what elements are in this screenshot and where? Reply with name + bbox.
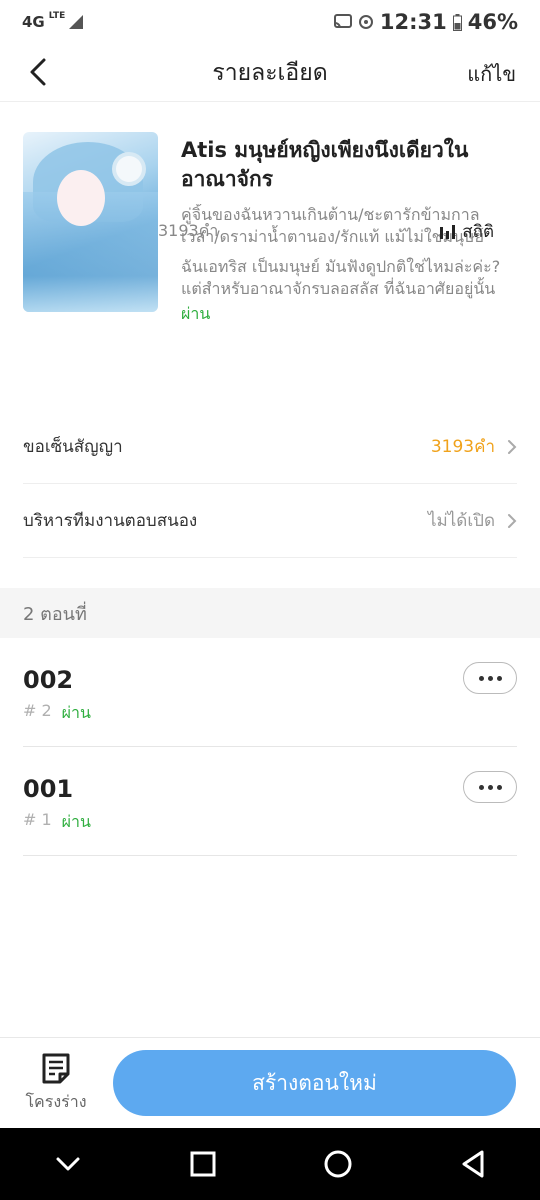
stats-label: สถิติ — [462, 222, 494, 242]
chapter-status: ผ่าน — [61, 703, 91, 722]
circle-icon — [324, 1150, 351, 1178]
word-stats-row: 3193คำ สถิติ — [158, 218, 494, 245]
chapter-item[interactable]: 002 # 2 ผ่าน — [23, 638, 517, 747]
chevron-right-icon — [508, 513, 517, 528]
nav-collapse-button[interactable] — [43, 1139, 93, 1189]
nav-back-button[interactable] — [448, 1139, 498, 1189]
cover-art-face — [57, 170, 105, 226]
chapter-title: 001 — [23, 775, 74, 803]
more-dot-icon — [478, 784, 484, 790]
chapter-status: ผ่าน — [61, 812, 91, 831]
word-count: 3193คำ — [158, 221, 219, 240]
network-type: 4G — [22, 13, 45, 31]
nav-home-button[interactable] — [313, 1139, 363, 1189]
chapter-meta: # 2 ผ่าน — [23, 701, 91, 726]
more-dot-icon — [496, 675, 502, 681]
outline-button[interactable]: โครงร่าง — [20, 1052, 92, 1115]
back-button[interactable] — [18, 52, 58, 92]
nav-recents-button[interactable] — [178, 1139, 228, 1189]
page-title: รายละเอียด — [212, 59, 328, 86]
chevron-down-icon — [56, 1157, 79, 1171]
status-right: 12:31 46% — [333, 10, 518, 34]
chapter-number: # 1 — [23, 810, 52, 829]
more-dot-icon — [478, 675, 484, 681]
outline-label: โครงร่าง — [25, 1092, 87, 1111]
team-response-value: ไม่ได้เปิด — [428, 511, 495, 531]
team-response-row[interactable]: บริหารทีมงานตอบสนอง ไม่ได้เปิด — [23, 484, 517, 558]
chapter-more-button[interactable] — [463, 771, 517, 803]
cast-icon — [333, 14, 352, 29]
chapter-meta: # 1 ผ่าน — [23, 810, 91, 835]
bottom-action-bar: โครงร่าง สร้างตอนใหม่ — [0, 1037, 540, 1128]
contract-row[interactable]: ขอเซ็นสัญญา 3193คำ — [23, 410, 517, 484]
document-outline-icon — [42, 1053, 70, 1084]
chapter-title: 002 — [23, 666, 74, 694]
team-response-value-group: ไม่ได้เปิด — [428, 507, 517, 534]
contract-label: ขอเซ็นสัญญา — [23, 437, 123, 457]
battery-percent: 46% — [467, 10, 518, 34]
chevron-right-icon — [508, 439, 517, 454]
system-navigation-bar — [0, 1128, 540, 1200]
chevron-left-icon — [30, 58, 46, 86]
bar-chart-icon — [440, 224, 456, 239]
square-icon — [190, 1151, 215, 1177]
chapter-item[interactable]: 001 # 1 ผ่าน — [23, 747, 517, 856]
contract-value: 3193คำ — [430, 437, 495, 457]
book-cover-image[interactable] — [23, 132, 158, 312]
cover-art-flower — [116, 156, 142, 182]
signal-icon — [69, 15, 84, 29]
chapter-more-button[interactable] — [463, 662, 517, 694]
more-dot-icon — [496, 784, 502, 790]
edit-button[interactable]: แก้ไข — [467, 58, 516, 90]
lte-badge: LTE — [48, 11, 66, 21]
hotspot-icon — [358, 15, 373, 29]
clock: 12:31 — [379, 10, 447, 34]
create-chapter-button[interactable]: สร้างตอนใหม่ — [113, 1050, 516, 1116]
book-title: Atis มนุษย์หญิงเพียงนึงเดียวในอาณาจักร — [181, 138, 469, 191]
triangle-back-icon — [462, 1150, 483, 1178]
more-dot-icon — [487, 784, 493, 790]
status-bar: 4G LTE 12:31 46% — [0, 0, 540, 44]
battery-icon — [452, 13, 462, 31]
book-status: ผ่าน — [181, 304, 211, 323]
more-dot-icon — [487, 675, 493, 681]
book-synopsis: ฉันเอทริส เป็นมนุษย์ มันฟังดูปกติใช่ไหมล… — [181, 257, 501, 298]
app-header: รายละเอียด แก้ไข — [0, 44, 540, 102]
chapter-number: # 2 — [23, 701, 52, 720]
contract-value-group: 3193คำ — [431, 433, 517, 460]
chapters-count-header: 2 ตอนที่ — [0, 588, 540, 638]
network-indicator: 4G LTE — [22, 11, 84, 31]
stats-button[interactable]: สถิติ — [440, 218, 494, 245]
team-response-label: บริหารทีมงานตอบสนอง — [23, 511, 198, 531]
